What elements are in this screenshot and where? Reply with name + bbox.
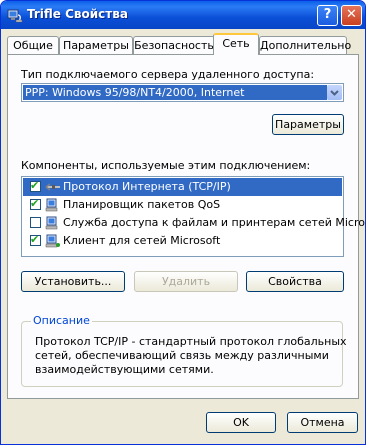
network-client-icon — [45, 234, 60, 248]
remove-button[interactable]: Удалить — [134, 271, 238, 292]
component-checkbox[interactable]: ✔ — [30, 197, 41, 210]
description-title: Описание — [31, 314, 92, 327]
window-title: Trifle Свойства — [27, 7, 128, 21]
server-type-value: PPP: Windows 95/98/NT4/2000, Internet — [23, 85, 327, 100]
cancel-button[interactable]: Отмена — [287, 412, 358, 433]
checkmark-icon: ✔ — [30, 179, 40, 192]
component-label: Планировщик пакетов QoS — [63, 198, 221, 211]
close-button[interactable]: ✕ — [341, 5, 362, 26]
tab-general[interactable]: Общие — [7, 36, 59, 54]
help-button[interactable]: ? — [317, 5, 338, 26]
list-item[interactable]: ✔ Клиент для сетей Microsoft — [23, 232, 342, 250]
tab-advanced[interactable]: Дополнительно — [259, 36, 351, 54]
install-button[interactable]: Установить... — [21, 271, 125, 292]
description-text: Протокол TCP/IP - стандартный протокол г… — [35, 335, 347, 377]
component-checkbox[interactable]: ✔ — [30, 179, 41, 192]
server-settings-button[interactable]: Параметры — [272, 114, 344, 135]
network-service-icon — [45, 198, 58, 212]
properties-button[interactable]: Свойства — [246, 271, 344, 292]
tab-options[interactable]: Параметры — [59, 36, 133, 54]
tab-security[interactable]: Безопасность — [133, 36, 215, 54]
list-item[interactable]: ✔ Планировщик пакетов QoS — [23, 196, 342, 214]
checkmark-icon: ✔ — [30, 197, 40, 210]
checkmark-icon: ✔ — [30, 233, 40, 246]
description-line: взаимодействующими сетями. — [35, 363, 214, 376]
component-label: Служба доступа к файлам и принтерам сете… — [63, 216, 366, 229]
tab-strip: Общие Параметры Безопасность Сеть Дополн… — [7, 33, 361, 55]
tab-networking[interactable]: Сеть — [213, 33, 259, 55]
server-type-label: Тип подключаемого сервера удаленного дос… — [21, 68, 315, 81]
properties-dialog: Trifle Свойства ? ✕ Общие Параметры Безо… — [0, 0, 366, 445]
component-label: Клиент для сетей Microsoft — [63, 234, 221, 247]
description-line: сетей, обеспечивающий связь между различ… — [35, 349, 329, 362]
description-line: Протокол TCP/IP - стандартный протокол г… — [35, 335, 347, 348]
title-bar[interactable]: Trifle Свойства ? ✕ — [1, 1, 365, 29]
network-service-icon — [45, 216, 58, 230]
ok-button[interactable]: OK — [206, 412, 276, 433]
component-checkbox[interactable]: ✔ — [30, 233, 41, 246]
server-type-select[interactable]: PPP: Windows 95/98/NT4/2000, Internet — [21, 83, 344, 102]
protocol-icon — [45, 183, 60, 191]
components-list[interactable]: ✔ Протокол Интернета (TCP/IP) ✔ Планиров… — [21, 176, 365, 257]
component-label: Протокол Интернета (TCP/IP) — [63, 180, 231, 193]
component-checkbox[interactable] — [30, 217, 41, 228]
list-item[interactable]: ✔ Протокол Интернета (TCP/IP) — [23, 178, 342, 196]
components-label: Компоненты, используемые этим подключени… — [21, 159, 311, 172]
dialup-connection-icon — [7, 9, 23, 23]
dropdown-arrow-icon[interactable] — [327, 85, 342, 100]
list-item[interactable]: Служба доступа к файлам и принтерам сете… — [23, 214, 365, 232]
